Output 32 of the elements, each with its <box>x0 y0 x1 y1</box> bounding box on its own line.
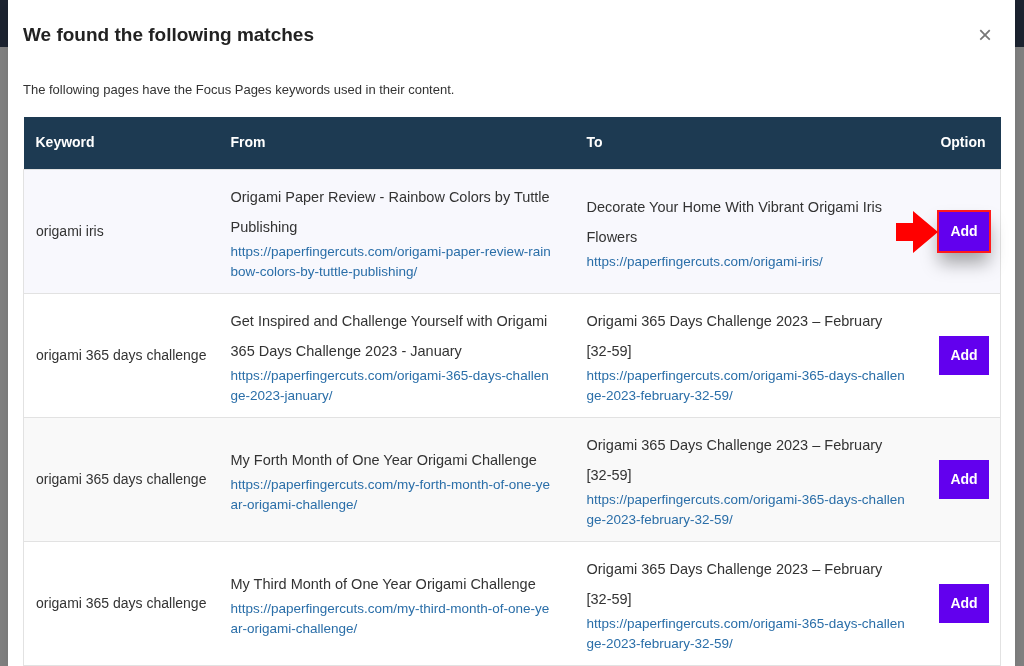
page-title: Origami 365 Days Challenge 2023 – February [32-59] <box>586 559 884 609</box>
add-button[interactable]: Add <box>939 460 989 499</box>
column-header: From <box>230 134 266 151</box>
page-title: Decorate Your Home With Vibrant Origami Iris Flowers <box>586 197 883 247</box>
close-button[interactable]: × <box>978 23 992 47</box>
page-title: Origami 365 Days Challenge 2023 – February [32-59] <box>586 435 884 485</box>
page-link[interactable]: https://paperfingercuts.com/origami-365-days-challenge-2023-february-32-59/ <box>586 613 909 654</box>
page-title: Get Inspired and Challenge Yourself with Origami 365 Days Challenge 2023 - January <box>230 311 549 361</box>
column-header: Option <box>940 134 986 151</box>
dialog-title: We found the following matches <box>23 22 314 47</box>
column-header: To <box>586 134 603 151</box>
page-link[interactable]: https://paperfingercuts.com/my-third-month-of-one-year-origami-challenge/ <box>230 598 555 639</box>
keyword-text: origami iris <box>36 223 104 239</box>
keyword-text: origami 365 days challenge <box>36 347 207 363</box>
add-button[interactable]: Add <box>939 584 989 623</box>
keyword-text: origami 365 days challenge <box>36 595 207 611</box>
page-title: My Forth Month of One Year Origami Challenge <box>230 450 537 470</box>
add-button[interactable]: Add <box>939 336 989 375</box>
page-title: Origami Paper Review - Rainbow Colors by Tuttle Publishing <box>230 187 551 237</box>
add-button[interactable]: Add <box>939 212 989 251</box>
page-link[interactable]: https://paperfingercuts.com/origami-paper-review-rainbow-colors-by-tuttle-publishing/ <box>230 241 555 282</box>
pointer-arrow-icon <box>895 211 938 253</box>
page-title: My Third Month of One Year Origami Challenge <box>230 574 536 594</box>
page-link[interactable]: https://paperfingercuts.com/origami-iris/ <box>586 251 909 272</box>
page-link[interactable]: https://paperfingercuts.com/origami-365-days-challenge-2023-february-32-59/ <box>586 365 909 406</box>
page-link[interactable]: https://paperfingercuts.com/origami-365-days-challenge-2023-february-32-59/ <box>586 489 909 530</box>
keyword-text: origami 365 days challenge <box>36 471 207 487</box>
column-header: Keyword <box>35 134 95 151</box>
page-link[interactable]: https://paperfingercuts.com/origami-365-days-challenge-2023-january/ <box>230 365 555 406</box>
page-link[interactable]: https://paperfingercuts.com/my-forth-month-of-one-year-origami-challenge/ <box>230 474 555 515</box>
intro-text: The following pages have the Focus Pages keywords used in their content. <box>23 81 456 99</box>
page-title: Origami 365 Days Challenge 2023 – February [32-59] <box>586 311 884 361</box>
